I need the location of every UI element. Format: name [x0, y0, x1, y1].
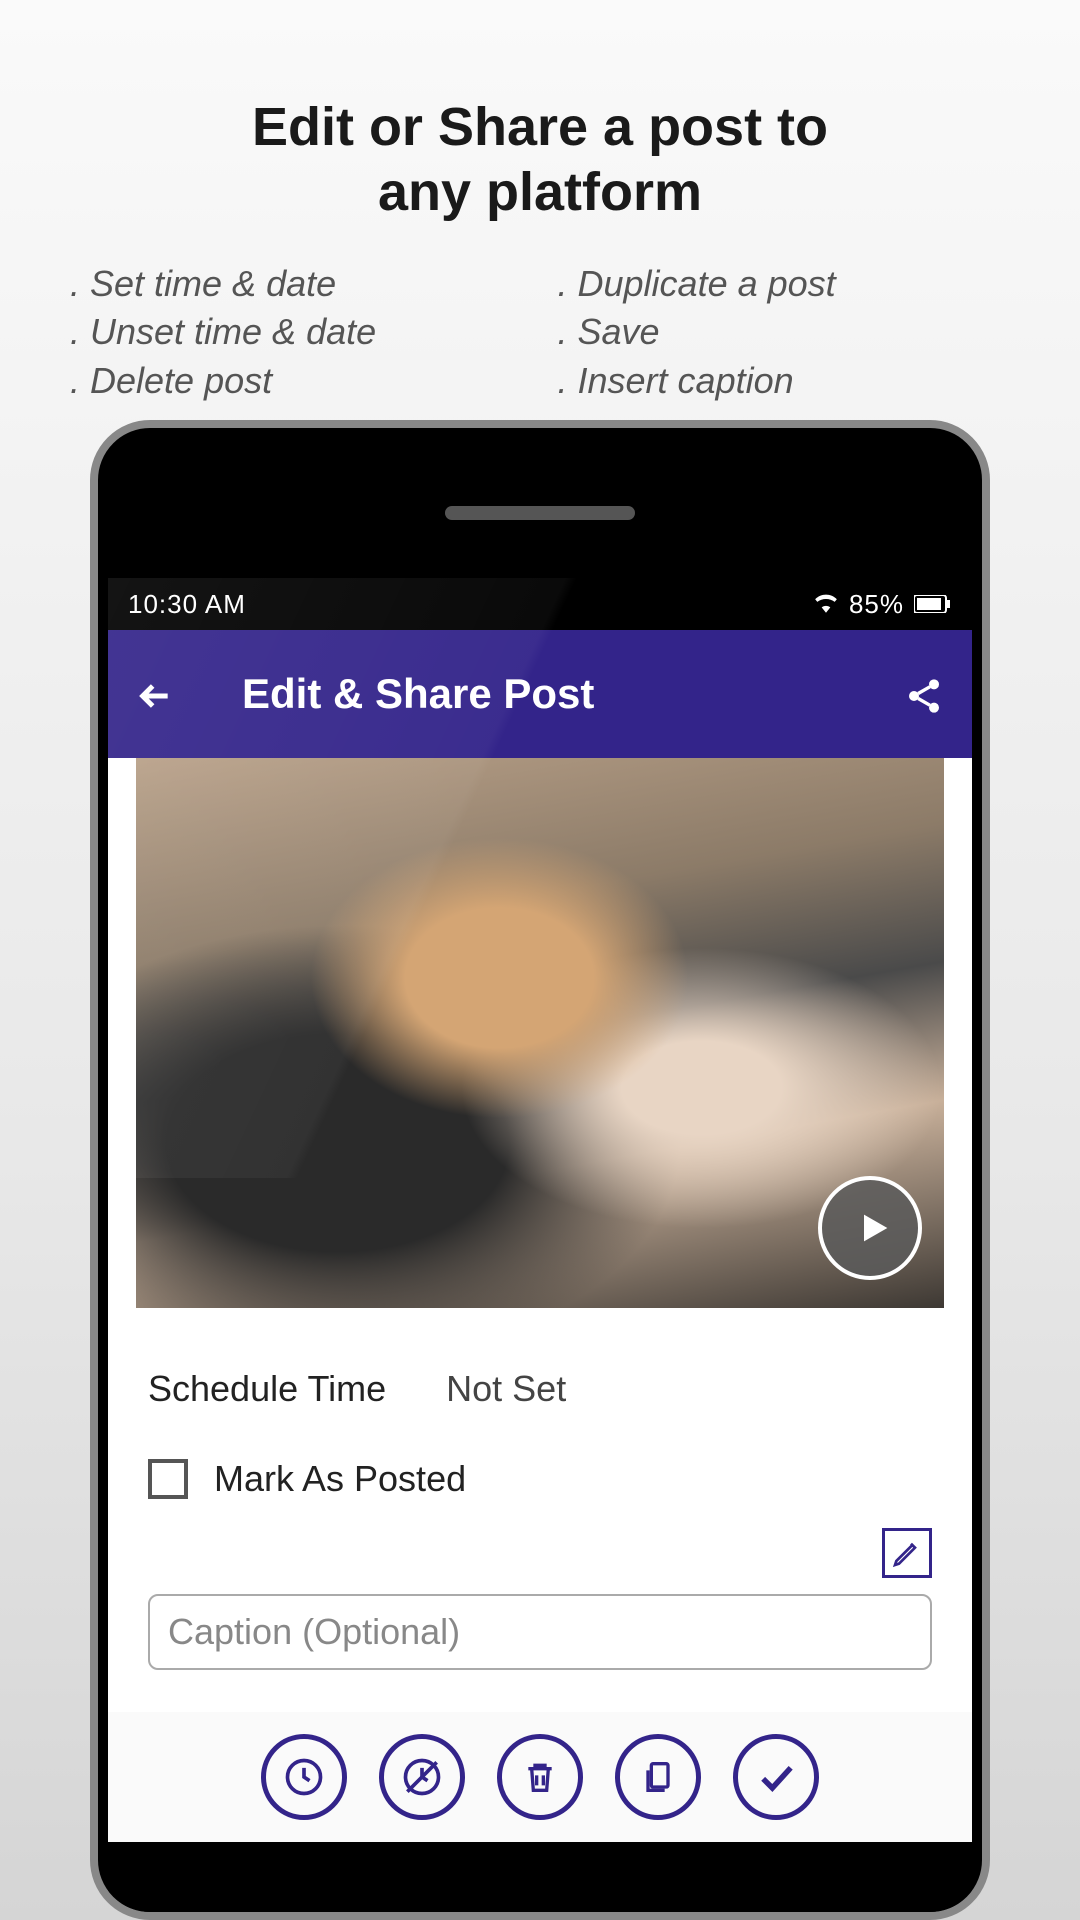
play-button[interactable] [818, 1176, 922, 1280]
schedule-label: Schedule Time [148, 1368, 386, 1410]
phone-frame: 10:30 AM 85% Edit & Share Post [90, 420, 990, 1920]
status-time: 10:30 AM [128, 589, 246, 620]
post-image[interactable] [136, 758, 944, 1308]
feature-item: . Save [558, 308, 1011, 357]
app-header: Edit & Share Post [108, 630, 972, 758]
feature-item: . Duplicate a post [558, 260, 1011, 309]
status-bar: 10:30 AM 85% [108, 578, 972, 630]
battery-percent: 85% [849, 589, 904, 620]
unset-time-button[interactable] [379, 1734, 465, 1820]
caption-input[interactable]: Caption (Optional) [148, 1594, 932, 1670]
set-time-button[interactable] [261, 1734, 347, 1820]
promo-title-line1: Edit or Share a post to [252, 97, 828, 157]
back-button[interactable] [136, 676, 176, 721]
schedule-time-row[interactable]: Schedule Time Not Set [108, 1308, 972, 1430]
mark-posted-label: Mark As Posted [214, 1458, 466, 1500]
feature-item: . Set time & date [70, 260, 523, 309]
feature-item: . Delete post [70, 357, 523, 406]
status-right: 85% [813, 589, 952, 620]
mark-posted-row[interactable]: Mark As Posted [108, 1430, 972, 1528]
battery-icon [914, 589, 952, 620]
promo-features-left: . Set time & date . Unset time & date . … [70, 260, 523, 406]
app-body: Schedule Time Not Set Mark As Posted Cap… [108, 758, 972, 1842]
bottom-toolbar [108, 1712, 972, 1842]
promo-title-line2: any platform [378, 162, 702, 222]
share-button[interactable] [904, 676, 944, 721]
feature-item: . Insert caption [558, 357, 1011, 406]
schedule-value: Not Set [446, 1368, 566, 1410]
mark-posted-checkbox[interactable] [148, 1459, 188, 1499]
save-button[interactable] [733, 1734, 819, 1820]
feature-item: . Unset time & date [70, 308, 523, 357]
promo-features: . Set time & date . Unset time & date . … [0, 225, 1080, 406]
phone-speaker [445, 506, 635, 520]
edit-caption-button[interactable] [882, 1528, 932, 1578]
promo-features-right: . Duplicate a post . Save . Insert capti… [523, 260, 1011, 406]
caption-placeholder: Caption (Optional) [168, 1611, 460, 1653]
delete-button[interactable] [497, 1734, 583, 1820]
phone-screen: 10:30 AM 85% Edit & Share Post [108, 578, 972, 1912]
promo-title: Edit or Share a post to any platform [0, 0, 1080, 225]
caption-area: Caption (Optional) [108, 1528, 972, 1690]
page-title: Edit & Share Post [226, 670, 904, 718]
wifi-icon [813, 589, 839, 620]
duplicate-button[interactable] [615, 1734, 701, 1820]
